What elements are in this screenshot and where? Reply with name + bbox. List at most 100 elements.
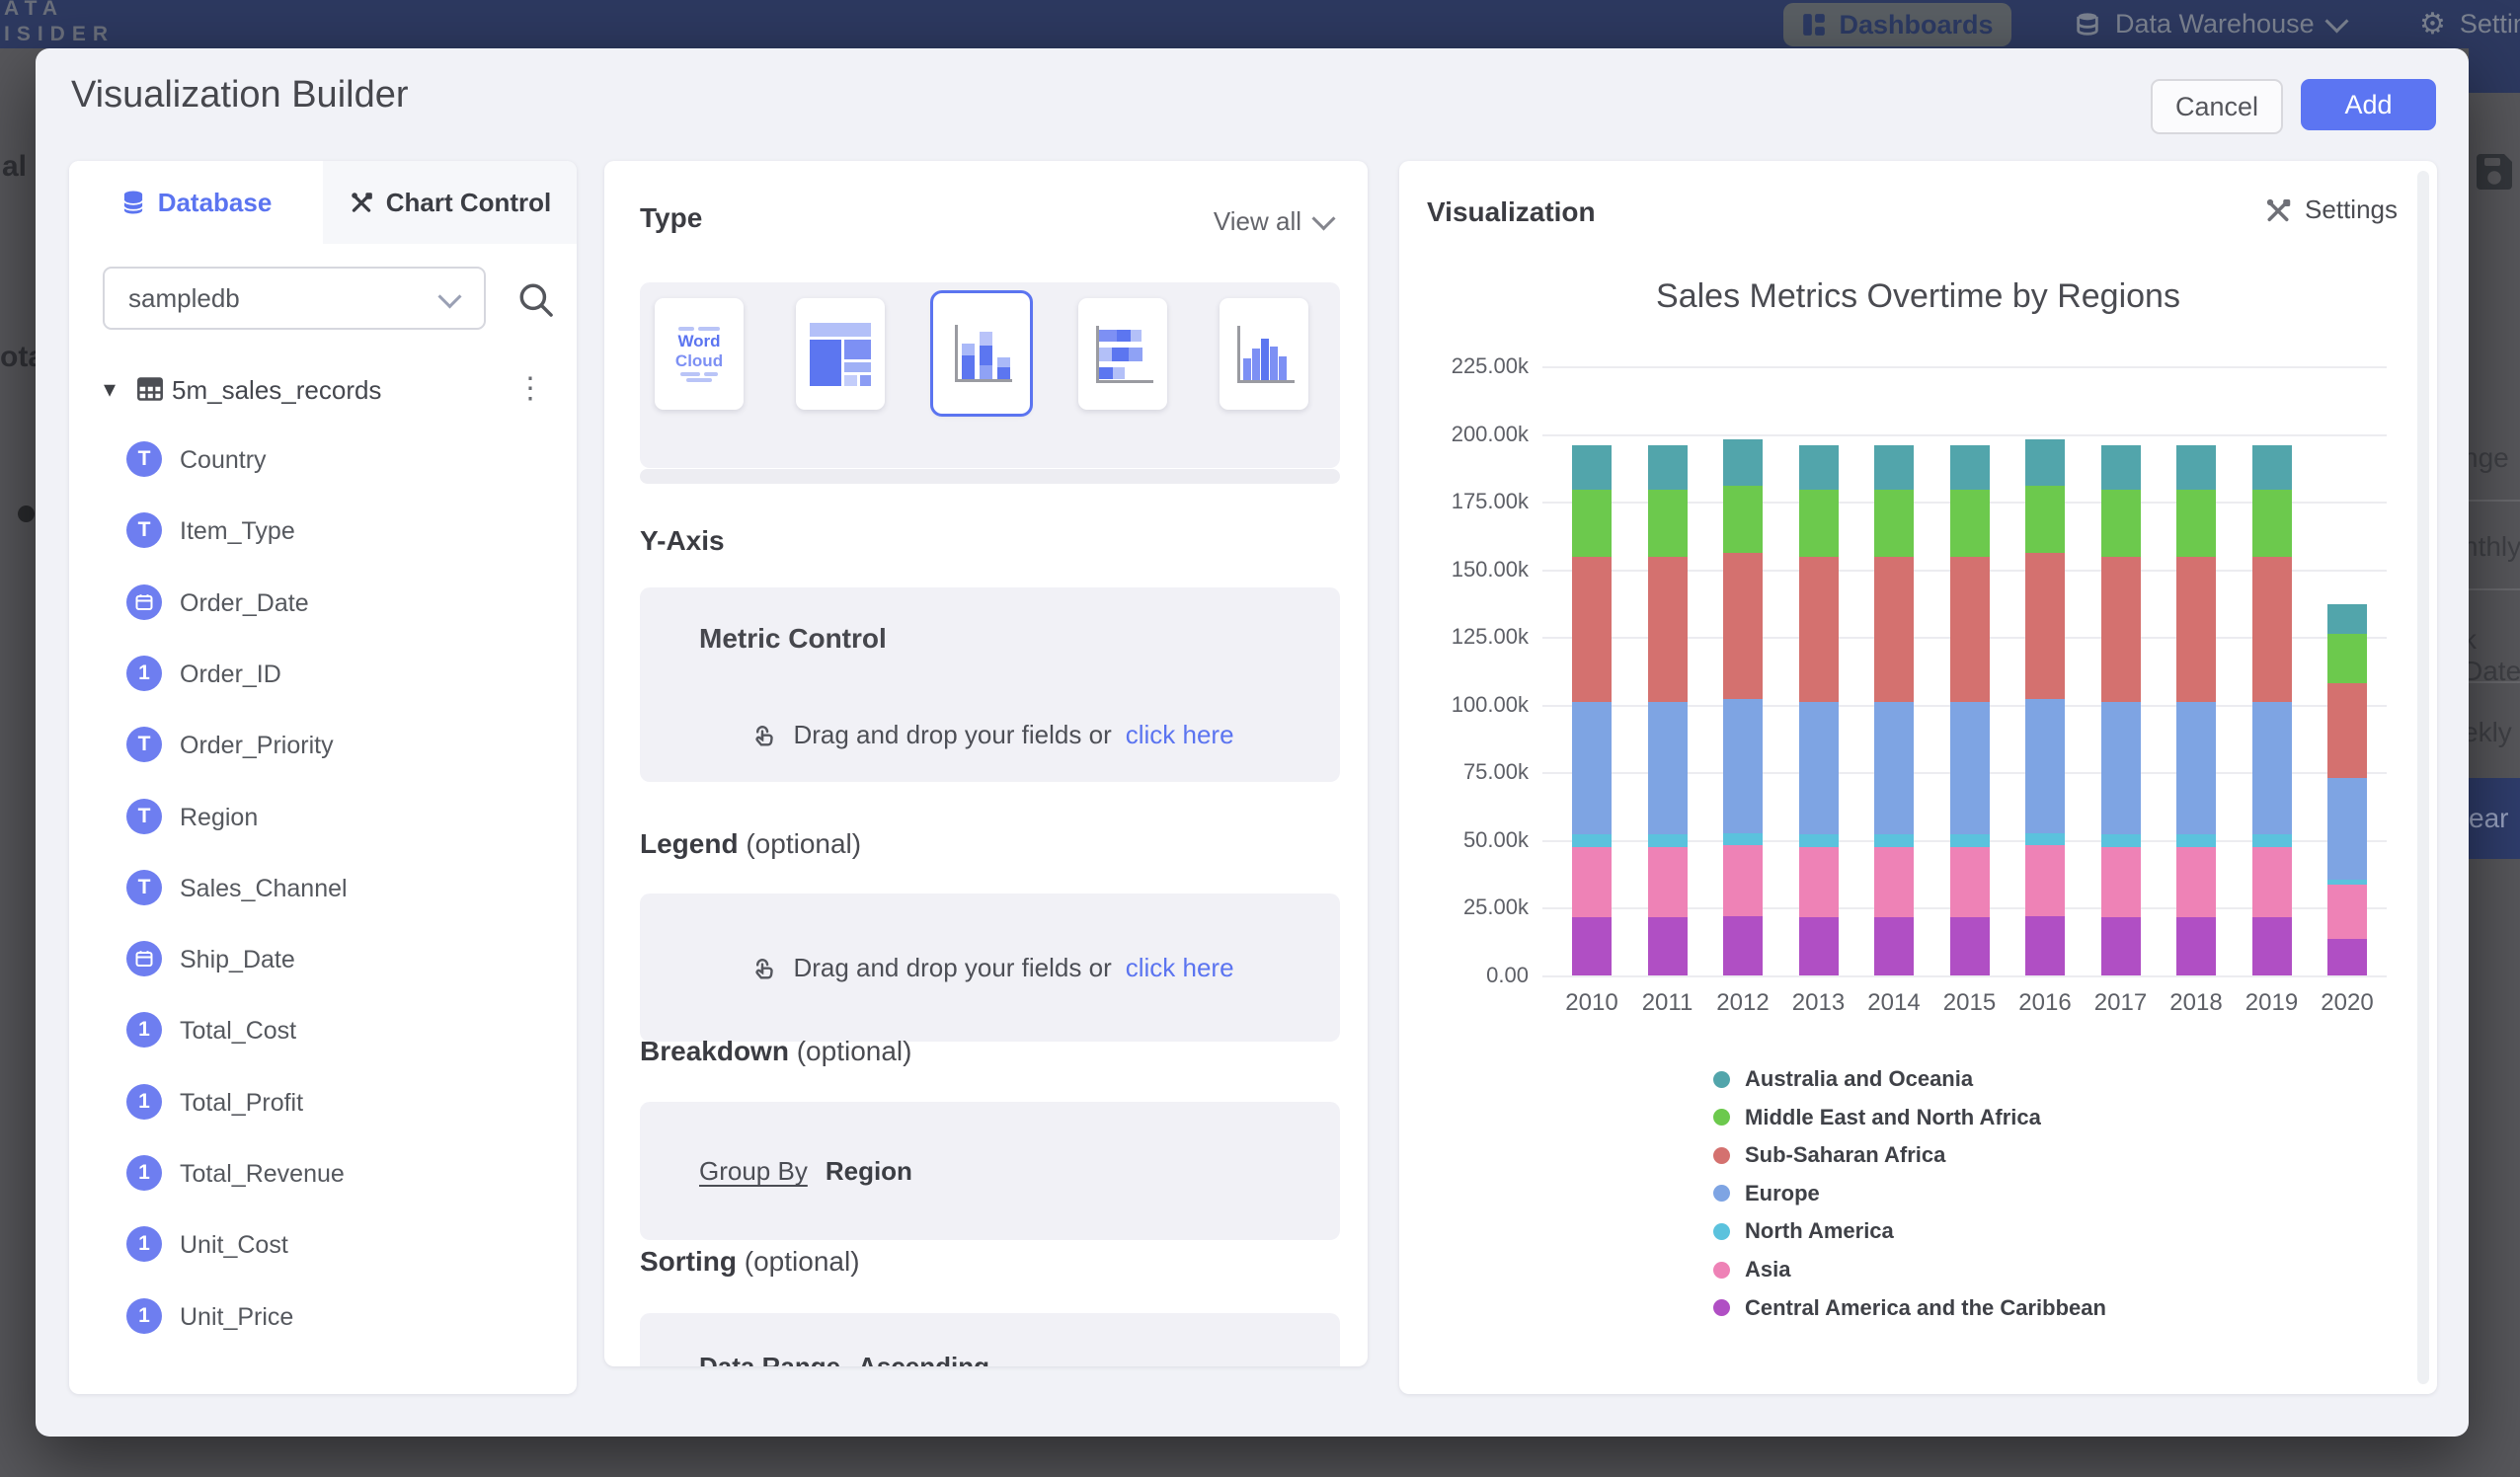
- visualization-scrollbar[interactable]: [2417, 171, 2429, 1384]
- field-item-total_cost[interactable]: 1Total_Cost: [69, 1012, 577, 1051]
- legend-dot-icon: [1713, 1147, 1730, 1164]
- legend-heading: Legend (optional): [640, 828, 861, 860]
- nav-settings-label: Settings: [2460, 9, 2520, 39]
- nav-data-warehouse[interactable]: Data Warehouse: [2074, 0, 2345, 48]
- legend-dot-icon: [1713, 1299, 1730, 1316]
- bar-segment: [2025, 486, 2065, 554]
- type-scrollbar[interactable]: [640, 469, 1340, 484]
- database-select-value: sampledb: [128, 283, 240, 314]
- legend-label: Sub-Saharan Africa: [1745, 1142, 1945, 1168]
- stacked-column-icon: [949, 319, 1014, 388]
- legend-item: Australia and Oceania: [1713, 1064, 1973, 1094]
- bar-segment: [2176, 917, 2216, 975]
- metric-drop-zone[interactable]: Drag and drop your fields or click here: [640, 718, 1340, 751]
- x-axis-tick: 2013: [1779, 989, 1858, 1017]
- tap-icon: [746, 951, 779, 984]
- chart-type-treemap[interactable]: [796, 298, 885, 410]
- legend-dot-icon: [1713, 1223, 1730, 1240]
- field-item-order_id[interactable]: 1Order_ID: [69, 656, 577, 695]
- chevron-down-icon: [1311, 206, 1335, 230]
- click-here-link[interactable]: click here: [1126, 720, 1234, 750]
- y-axis-tick: 25.00k: [1412, 894, 1529, 920]
- field-item-unit_cost[interactable]: 1Unit_Cost: [69, 1226, 577, 1266]
- field-item-total_revenue[interactable]: 1Total_Revenue: [69, 1155, 577, 1195]
- legend-item: Sub-Saharan Africa: [1713, 1140, 1945, 1170]
- field-type-text-icon: T: [126, 799, 162, 834]
- group-by-row[interactable]: Group ByRegion: [699, 1156, 912, 1187]
- chart-type-column[interactable]: [1220, 298, 1308, 410]
- cancel-button[interactable]: Cancel: [2151, 79, 2283, 134]
- bar-segment: [2025, 553, 2065, 699]
- save-icon[interactable]: [2471, 148, 2518, 195]
- bar-segment: [1648, 490, 1688, 558]
- add-button[interactable]: Add: [2301, 79, 2436, 130]
- settings-tools-icon: [2263, 195, 2293, 225]
- wordcloud-icon: Word Cloud: [668, 312, 731, 397]
- view-all-button[interactable]: View all: [1214, 206, 1332, 237]
- bar-segment: [2252, 557, 2292, 702]
- divider: [2469, 588, 2520, 590]
- bar-segment: [1648, 702, 1688, 834]
- field-item-total_profit[interactable]: 1Total_Profit: [69, 1084, 577, 1124]
- kebab-menu-icon[interactable]: ⋮: [515, 371, 545, 406]
- field-label: Total_Revenue: [180, 1160, 345, 1189]
- legend-item: Central America and the Caribbean: [1713, 1293, 2106, 1323]
- field-label: Region: [180, 804, 258, 832]
- x-axis-tick: 2010: [1552, 989, 1631, 1017]
- database-select[interactable]: sampledb: [103, 267, 486, 330]
- bar-segment: [1950, 445, 1990, 490]
- legend-item: Europe: [1713, 1179, 1820, 1208]
- bar-segment: [2327, 683, 2367, 778]
- field-item-item_type[interactable]: TItem_Type: [69, 512, 577, 552]
- tab-chart-control[interactable]: Chart Control: [323, 161, 577, 244]
- click-here-link[interactable]: click here: [1126, 953, 1234, 983]
- tab-database[interactable]: Database: [69, 161, 323, 244]
- sorting-row[interactable]: Data RangeAscending: [699, 1352, 989, 1366]
- group-by-label[interactable]: Group By: [699, 1156, 808, 1186]
- search-icon[interactable]: [515, 279, 557, 321]
- field-item-unit_price[interactable]: 1Unit_Price: [69, 1298, 577, 1338]
- field-item-region[interactable]: T Region: [69, 799, 577, 838]
- bar-segment: [1723, 553, 1763, 699]
- field-label: Total_Profit: [180, 1089, 303, 1118]
- legend-dot-icon: [1713, 1071, 1730, 1088]
- field-item-ship_date[interactable]: Ship_Date: [69, 941, 577, 980]
- bar-segment: [1799, 834, 1839, 846]
- bar-segment: [1799, 445, 1839, 490]
- bar-segment: [1950, 847, 1990, 917]
- bar-segment: [2327, 604, 2367, 634]
- table-row[interactable]: ▾ 5m_sales_records ⋮: [69, 369, 577, 413]
- bar-segment: [1950, 490, 1990, 558]
- field-item-sales_channel[interactable]: TSales_Channel: [69, 870, 577, 909]
- y-axis-tick: 100.00k: [1412, 692, 1529, 718]
- x-axis-tick: 2018: [2157, 989, 2236, 1017]
- field-item-order_priority[interactable]: TOrder_Priority: [69, 727, 577, 766]
- legend-drop-zone[interactable]: Drag and drop your fields or click here: [640, 951, 1340, 984]
- field-label: Order_ID: [180, 661, 281, 689]
- chart-title: Sales Metrics Overtime by Regions: [1399, 277, 2437, 316]
- bar-segment: [2176, 490, 2216, 558]
- bar-segment: [1799, 702, 1839, 834]
- bar-segment: [1874, 847, 1914, 917]
- field-type-text-icon: T: [126, 512, 162, 548]
- nav-dashboards-label: Dashboards: [1839, 10, 1993, 40]
- x-axis-tick: 2020: [2308, 989, 2387, 1017]
- bar-segment: [1572, 490, 1612, 558]
- nav-settings[interactable]: ⚙ Settings: [2419, 0, 2520, 48]
- field-item-order_date[interactable]: Order_Date: [69, 584, 577, 624]
- sorting-row-value: Ascending: [858, 1352, 989, 1366]
- chart-type-stacked-column[interactable]: [933, 293, 1030, 414]
- gridline: [1542, 434, 2387, 436]
- field-label: Sales_Channel: [180, 875, 348, 903]
- bar-segment: [2176, 557, 2216, 702]
- chart-type-stacked-bar[interactable]: [1078, 298, 1167, 410]
- metric-control-card[interactable]: [640, 587, 1340, 782]
- settings-label: Settings: [2305, 194, 2398, 225]
- settings-button[interactable]: Settings: [2263, 194, 2398, 225]
- field-item-country[interactable]: TCountry: [69, 441, 577, 481]
- stacked-bar-icon: [1090, 320, 1155, 389]
- y-axis-tick: 150.00k: [1412, 557, 1529, 583]
- caret-down-icon[interactable]: ▾: [104, 375, 116, 404]
- chart-type-wordcloud[interactable]: Word Cloud: [655, 298, 744, 410]
- nav-dashboards[interactable]: Dashboards: [1783, 3, 2011, 46]
